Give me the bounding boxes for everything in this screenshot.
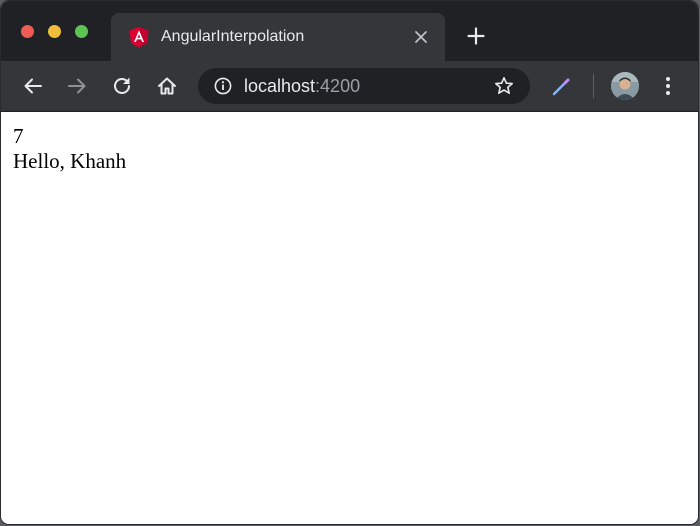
- avatar[interactable]: [611, 72, 639, 100]
- star-icon[interactable]: [494, 76, 514, 96]
- url-host: localhost: [244, 76, 316, 96]
- result-number-text: 7: [13, 124, 24, 148]
- url-port: :4200: [315, 76, 361, 96]
- url-text: localhost:4200: [244, 76, 360, 96]
- profile-photo-icon: [611, 72, 639, 100]
- eyedropper-icon[interactable]: [550, 75, 572, 97]
- toolbar-divider: [593, 74, 594, 98]
- browser-tab[interactable]: AngularInterpolation: [111, 13, 445, 61]
- window-minimize-button[interactable]: [48, 25, 61, 38]
- browser-toolbar: localhost:4200: [1, 61, 698, 112]
- plus-icon[interactable]: [467, 27, 485, 45]
- back-arrow-icon[interactable]: [22, 75, 44, 97]
- greeting-text: Hello, Khanh: [13, 149, 127, 173]
- page-content: 7 Hello, Khanh: [1, 112, 698, 524]
- title-bar: AngularInterpolation: [1, 1, 698, 61]
- angular-icon: [129, 27, 149, 48]
- info-icon[interactable]: [214, 77, 232, 95]
- browser-window: AngularInterpolation localhost:4200 7 He…: [1, 1, 698, 524]
- close-icon[interactable]: [414, 30, 428, 44]
- tab-title: AngularInterpolation: [161, 28, 305, 45]
- home-icon[interactable]: [156, 75, 178, 97]
- address-bar[interactable]: localhost:4200: [198, 68, 530, 104]
- kebab-menu-icon[interactable]: [659, 75, 677, 97]
- window-maximize-button[interactable]: [75, 25, 88, 38]
- forward-arrow-icon[interactable]: [66, 75, 88, 97]
- window-close-button[interactable]: [21, 25, 34, 38]
- reload-icon[interactable]: [111, 75, 133, 97]
